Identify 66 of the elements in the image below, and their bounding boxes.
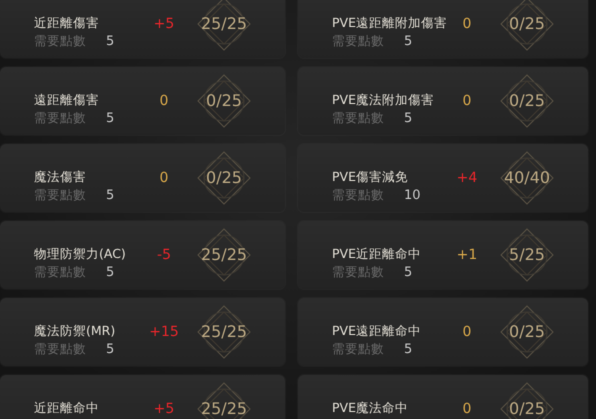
cost-value: 5 [106, 111, 114, 126]
progress-count: 25/25 [200, 14, 248, 33]
diamond-frame-icon [196, 304, 252, 360]
diamond-frame-icon [196, 226, 252, 282]
progress-count: 25/25 [200, 245, 248, 264]
stat-name: PVE魔法附加傷害 [332, 92, 434, 109]
cost-label: 需要點數 [332, 341, 384, 358]
stat-name: 近距離命中 [34, 400, 99, 417]
bonus-value: +5 [154, 400, 174, 416]
cost-value: 5 [106, 188, 114, 203]
progress-count: 0/25 [509, 14, 545, 33]
bonus-value: 0 [462, 92, 472, 108]
cost-value: 5 [404, 34, 412, 49]
diamond-frame-icon [498, 150, 555, 206]
progress-count: 0/25 [206, 168, 242, 187]
cost-value: 5 [404, 342, 412, 357]
stat-name: PVE遠距離附加傷害 [332, 15, 447, 32]
stat-name: 魔法傷害 [34, 169, 86, 186]
stat-name: PVE傷害減免 [332, 169, 408, 186]
cost-label: 需要點數 [332, 264, 384, 281]
diamond-frame-icon [499, 72, 555, 128]
bonus-value: +15 [149, 324, 179, 340]
stat-name: PVE遠距離命中 [332, 323, 421, 340]
cost-label: 需要點數 [34, 187, 86, 204]
cost-value: 5 [106, 342, 114, 357]
progress-count: 25/25 [200, 399, 248, 418]
diamond-frame-icon [196, 150, 252, 206]
cost-label: 需要點數 [332, 33, 384, 50]
progress-count: 0/25 [509, 91, 545, 110]
diamond-frame-icon [196, 72, 252, 128]
cost-value: 5 [404, 265, 412, 280]
stat-name: PVE近距離命中 [332, 246, 421, 263]
bonus-value: 0 [160, 92, 168, 108]
progress-count: 40/40 [504, 168, 550, 187]
bonus-value: -5 [157, 246, 171, 262]
stat-name: 近距離傷害 [34, 15, 99, 32]
stat-name: PVE魔法命中 [332, 400, 408, 417]
bonus-value: 0 [160, 170, 168, 186]
bonus-value: 0 [462, 324, 472, 340]
diamond-frame-icon [499, 0, 555, 52]
stat-name: 魔法防禦(MR) [34, 323, 116, 340]
diamond-frame-icon [196, 0, 252, 52]
bonus-value: 0 [462, 16, 472, 32]
cost-value: 10 [404, 188, 421, 203]
bonus-value: +4 [456, 170, 478, 186]
stat-name: 遠距離傷害 [34, 92, 99, 109]
bonus-value: +5 [154, 16, 174, 32]
progress-count: 25/25 [200, 322, 248, 341]
diamond-frame-icon [499, 226, 555, 282]
cost-value: 5 [106, 265, 114, 280]
bonus-value: +1 [456, 246, 478, 262]
stat-name: 物理防禦力(AC) [34, 246, 126, 263]
progress-count: 5/25 [509, 245, 545, 264]
cost-value: 5 [106, 34, 114, 49]
bonus-value: 0 [462, 400, 472, 416]
progress-count: 0/25 [206, 91, 242, 110]
cost-label: 需要點數 [332, 110, 384, 127]
progress-count: 0/25 [509, 322, 545, 341]
cost-label: 需要點數 [34, 341, 86, 358]
cost-label: 需要點數 [34, 33, 86, 50]
cost-label: 需要點數 [34, 110, 86, 127]
diamond-frame-icon [499, 304, 555, 360]
cost-label: 需要點數 [34, 264, 86, 281]
cost-label: 需要點數 [332, 187, 384, 204]
cost-value: 5 [404, 111, 412, 126]
progress-count: 0/25 [509, 399, 545, 418]
